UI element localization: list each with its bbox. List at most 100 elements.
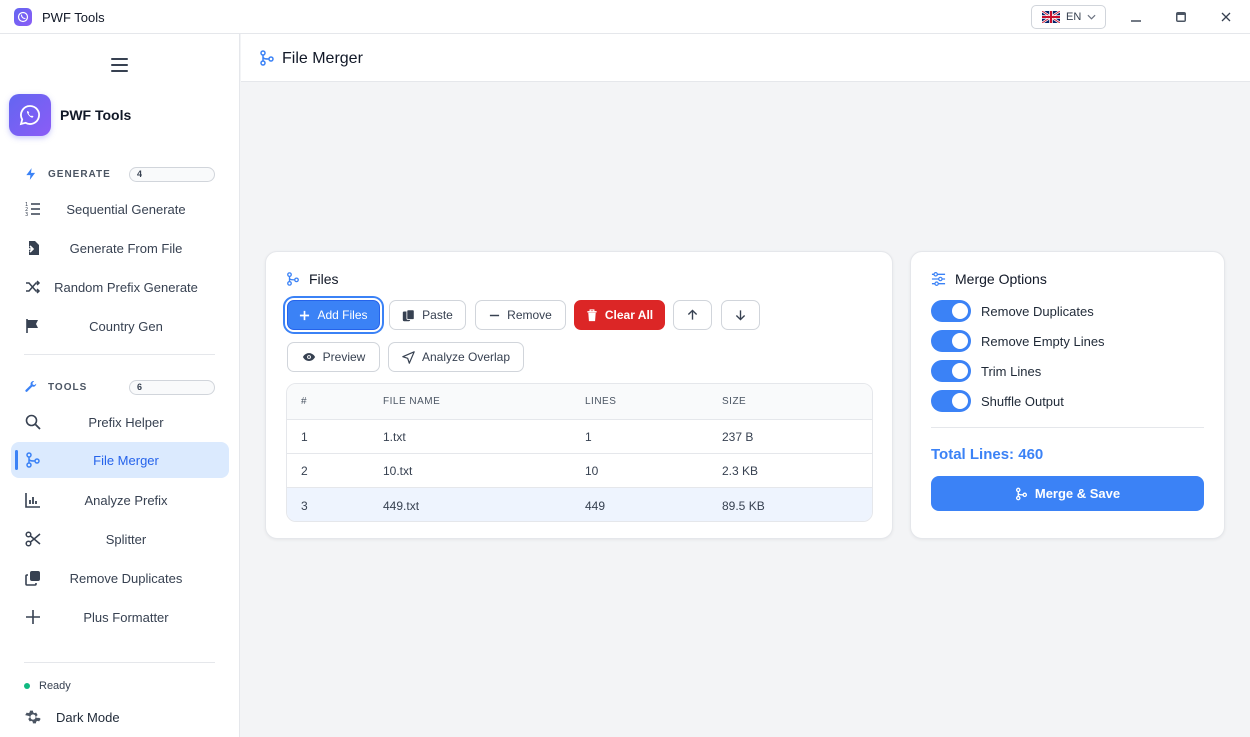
analyze-overlap-button[interactable]: Analyze Overlap: [388, 342, 524, 372]
column-header-number: #: [301, 396, 308, 407]
sidebar-item-file-merger[interactable]: File Merger: [11, 442, 229, 478]
arrow-up-icon: [687, 309, 698, 320]
sidebar-item-label: Analyze Prefix: [84, 492, 168, 508]
paste-button[interactable]: Paste: [389, 300, 466, 330]
search-icon: [24, 413, 42, 431]
column-header-file-name: FILE NAME: [383, 396, 441, 407]
chevron-down-icon: [1087, 14, 1096, 20]
send-icon: [402, 350, 415, 364]
sidebar-item-prefix-helper[interactable]: Prefix Helper: [11, 404, 229, 440]
lightning-icon: [26, 168, 36, 180]
sidebar-item-country-gen[interactable]: Country Gen: [11, 308, 229, 344]
cell-number: 3: [301, 498, 308, 513]
wrench-icon: [25, 381, 37, 392]
sidebar: PWF Tools GENERATE 4 123 Sequential Gene…: [0, 34, 240, 737]
merge-save-label: Merge & Save: [1034, 486, 1121, 501]
sidebar-item-generate-from-file[interactable]: Generate From File: [11, 230, 229, 266]
section-tools-count: 6: [129, 379, 215, 395]
cell-file-name: 10.txt: [383, 463, 413, 478]
sidebar-item-plus-formatter[interactable]: Plus Formatter: [11, 599, 229, 635]
sidebar-item-label: Splitter: [105, 531, 147, 547]
paste-label: Paste: [422, 308, 453, 322]
remove-button[interactable]: Remove: [475, 300, 566, 330]
close-icon: [1221, 12, 1231, 22]
merge-save-button[interactable]: Merge & Save: [931, 476, 1204, 511]
sidebar-item-random-prefix-generate[interactable]: Random Prefix Generate: [11, 269, 229, 305]
remove-label: Remove: [507, 308, 552, 322]
files-title-text: Files: [309, 271, 339, 287]
table-header: # FILE NAME LINES SIZE: [287, 384, 872, 420]
eye-icon: [302, 353, 315, 361]
toggle-switch[interactable]: [931, 390, 971, 412]
sidebar-item-label: Remove Duplicates: [69, 570, 183, 586]
preview-button[interactable]: Preview: [287, 342, 380, 372]
gear-icon: [25, 710, 41, 724]
menu-toggle-icon[interactable]: [111, 58, 128, 72]
cell-file-name: 1.txt: [383, 429, 406, 444]
merge-options-title: Merge Options: [931, 271, 1047, 287]
cell-lines: 449: [585, 498, 606, 513]
sidebar-item-label: Sequential Generate: [66, 201, 186, 217]
maximize-button[interactable]: [1172, 8, 1190, 26]
close-button[interactable]: [1217, 8, 1235, 26]
maximize-icon: [1176, 12, 1186, 22]
section-generate-count: 4: [129, 166, 215, 182]
sidebar-item-label: Plus Formatter: [83, 609, 169, 625]
toggle-switch[interactable]: [931, 330, 971, 352]
sidebar-item-label: Prefix Helper: [88, 414, 164, 430]
sidebar-item-label: File Merger: [93, 452, 159, 468]
sidebar-divider: [24, 354, 215, 355]
cell-number: 1: [301, 429, 308, 444]
option-shuffle-output[interactable]: Shuffle Output: [931, 390, 1064, 412]
column-header-lines: LINES: [585, 396, 617, 407]
cell-lines: 1: [585, 429, 592, 444]
move-down-button[interactable]: [721, 300, 760, 330]
sidebar-item-sequential-generate[interactable]: 123 Sequential Generate: [11, 191, 229, 227]
move-up-button[interactable]: [673, 300, 712, 330]
option-remove-duplicates[interactable]: Remove Duplicates: [931, 300, 1094, 322]
files-table: # FILE NAME LINES SIZE 1 1.txt 1 237 B 2…: [286, 383, 873, 522]
table-row[interactable]: 1 1.txt 1 237 B: [287, 420, 872, 454]
minimize-button[interactable]: [1127, 8, 1145, 26]
dark-mode-toggle[interactable]: Dark Mode: [24, 708, 120, 726]
brand-logo: [9, 94, 51, 136]
option-remove-empty-lines[interactable]: Remove Empty Lines: [931, 330, 1105, 352]
plus-icon: [24, 608, 42, 626]
add-files-label: Add Files: [317, 308, 368, 322]
add-files-button[interactable]: Add Files: [287, 300, 380, 330]
merge-options-card: Merge Options Remove Duplicates Remove E…: [910, 251, 1225, 539]
status-dot: [24, 683, 30, 689]
merge-icon: [287, 272, 299, 286]
table-row[interactable]: 2 10.txt 10 2.3 KB: [287, 454, 872, 488]
toggle-switch[interactable]: [931, 300, 971, 322]
cell-size: 237 B: [722, 429, 754, 444]
page-header: File Merger: [241, 34, 1250, 82]
sidebar-item-remove-duplicates[interactable]: Remove Duplicates: [11, 560, 229, 596]
sidebar-item-label: Country Gen: [89, 318, 163, 334]
status-text: Ready: [39, 680, 71, 692]
cell-size: 2.3 KB: [722, 463, 759, 478]
sidebar-item-label: Generate From File: [69, 240, 183, 256]
option-trim-lines[interactable]: Trim Lines: [931, 360, 1041, 382]
scissors-icon: [24, 530, 42, 548]
merge-options-title-text: Merge Options: [955, 271, 1047, 287]
option-label: Remove Empty Lines: [981, 333, 1105, 349]
sidebar-item-label: Random Prefix Generate: [54, 279, 198, 295]
sidebar-item-analyze-prefix[interactable]: Analyze Prefix: [11, 482, 229, 518]
cell-file-name: 449.txt: [383, 498, 420, 513]
table-row-selected[interactable]: 3 449.txt 449 89.5 KB: [287, 488, 872, 521]
dark-mode-label: Dark Mode: [56, 709, 120, 725]
total-lines: Total Lines: 460: [931, 446, 1044, 463]
language-select[interactable]: EN: [1031, 5, 1106, 29]
language-label: EN: [1066, 11, 1082, 23]
shuffle-icon: [24, 278, 42, 296]
sidebar-item-splitter[interactable]: Splitter: [11, 521, 229, 557]
merge-icon: [24, 451, 42, 469]
option-label: Remove Duplicates: [981, 303, 1094, 319]
preview-label: Preview: [322, 350, 366, 364]
window-title: PWF Tools: [42, 10, 105, 25]
clear-all-button[interactable]: Clear All: [574, 300, 665, 330]
file-import-icon: [24, 239, 42, 257]
sidebar-divider: [24, 662, 215, 663]
toggle-switch[interactable]: [931, 360, 971, 382]
